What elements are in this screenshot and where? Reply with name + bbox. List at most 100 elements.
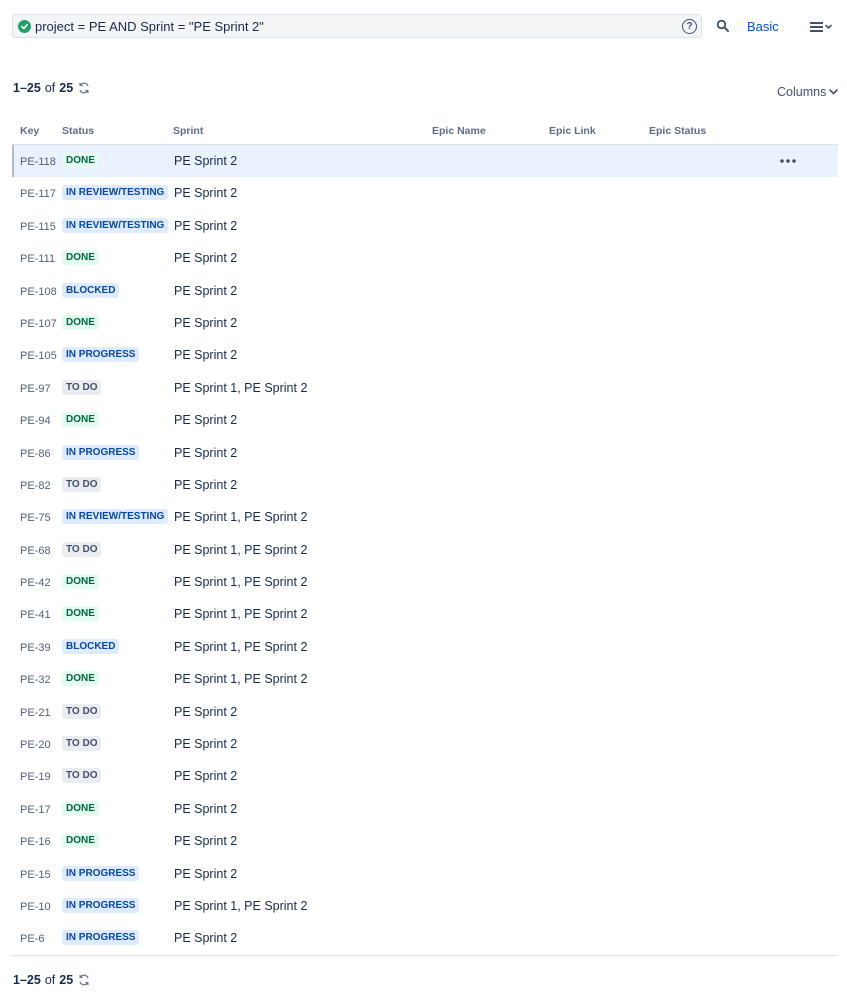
table-row[interactable]: PE-115 IN REVIEW/TESTING PE Sprint 2 <box>12 210 838 242</box>
table-row[interactable]: PE-15 IN PROGRESS PE Sprint 2 <box>12 858 838 890</box>
sprint-cell: PE Sprint 2 <box>174 315 238 330</box>
status-lozenge: IN PROGRESS <box>62 444 140 460</box>
table-row[interactable]: PE-118 DONE PE Sprint 2 <box>12 145 838 178</box>
refresh-icon[interactable] <box>78 974 90 986</box>
status-lozenge: TO DO <box>62 476 102 492</box>
sprint-cell: PE Sprint 2 <box>174 445 238 460</box>
table-row[interactable]: PE-16 DONE PE Sprint 2 <box>12 825 838 857</box>
table-row[interactable]: PE-107 DONE PE Sprint 2 <box>12 307 838 339</box>
pagination-of: of <box>44 973 56 987</box>
issue-key-link[interactable]: PE-118 <box>20 156 56 168</box>
sprint-cell: PE Sprint 1, PE Sprint 2 <box>174 510 308 525</box>
check-circle-icon <box>18 19 31 33</box>
column-header-sprint[interactable]: Sprint <box>173 125 203 137</box>
issue-key-link[interactable]: PE-21 <box>20 707 51 719</box>
issue-key-link[interactable]: PE-41 <box>20 609 51 621</box>
sprint-cell: PE Sprint 1, PE Sprint 2 <box>174 575 308 590</box>
table-row[interactable]: PE-108 BLOCKED PE Sprint 2 <box>12 275 838 307</box>
status-lozenge: DONE <box>62 314 99 330</box>
pagination-total: 25 <box>59 81 74 95</box>
sprint-cell: PE Sprint 2 <box>174 477 238 492</box>
table-row[interactable]: PE-105 IN PROGRESS PE Sprint 2 <box>12 339 838 371</box>
table-row[interactable]: PE-117 IN REVIEW/TESTING PE Sprint 2 <box>12 177 838 209</box>
jql-search-bar[interactable]: ? <box>12 14 702 38</box>
issue-key-link[interactable]: PE-107 <box>20 318 57 330</box>
issue-key-link[interactable]: PE-75 <box>20 512 51 524</box>
more-horizontal-icon[interactable] <box>780 159 796 163</box>
table-row[interactable]: PE-68 TO DO PE Sprint 1, PE Sprint 2 <box>12 534 838 566</box>
pagination-bottom: 1–25 of 25 <box>13 973 90 987</box>
table-row[interactable]: PE-75 IN REVIEW/TESTING PE Sprint 1, PE Sp… <box>12 501 838 533</box>
columns-button[interactable]: Columns <box>777 85 839 99</box>
issue-key-link[interactable]: PE-32 <box>20 674 51 686</box>
status-lozenge: TO DO <box>62 541 102 557</box>
issue-key-link[interactable]: PE-115 <box>20 221 56 233</box>
refresh-icon[interactable] <box>78 82 90 94</box>
jql-query-input[interactable] <box>35 16 682 36</box>
status-lozenge: IN REVIEW/TESTING <box>62 509 169 525</box>
issue-key-link[interactable]: PE-20 <box>20 739 51 751</box>
issue-key-link[interactable]: PE-42 <box>20 577 51 589</box>
columns-button-label: Columns <box>777 85 827 99</box>
magnifier-icon[interactable] <box>716 19 730 33</box>
status-lozenge: TO DO <box>62 736 102 752</box>
issue-key-link[interactable]: PE-86 <box>20 448 51 460</box>
sprint-cell: PE Sprint 2 <box>174 186 238 201</box>
issue-key-link[interactable]: PE-105 <box>20 350 57 362</box>
hamburger-menu-icon[interactable] <box>809 20 835 34</box>
issue-key-link[interactable]: PE-68 <box>20 545 51 557</box>
table-row[interactable]: PE-41 DONE PE Sprint 1, PE Sprint 2 <box>12 598 838 630</box>
issue-key-link[interactable]: PE-10 <box>20 901 51 913</box>
column-header-epic-name[interactable]: Epic Name <box>432 125 486 137</box>
table-row[interactable]: PE-21 TO DO PE Sprint 2 <box>12 696 838 728</box>
issue-key-link[interactable]: PE-97 <box>20 383 51 395</box>
sprint-cell: PE Sprint 1, PE Sprint 2 <box>174 380 308 395</box>
table-row[interactable]: PE-94 DONE PE Sprint 2 <box>12 404 838 436</box>
table-row[interactable]: PE-39 BLOCKED PE Sprint 1, PE Sprint 2 <box>12 631 838 663</box>
table-row[interactable]: PE-86 IN PROGRESS PE Sprint 2 <box>12 437 838 469</box>
issue-key-link[interactable]: PE-117 <box>20 188 56 200</box>
table-row[interactable]: PE-42 DONE PE Sprint 1, PE Sprint 2 <box>12 566 838 598</box>
question-circle-icon[interactable]: ? <box>682 18 697 34</box>
basic-mode-link[interactable]: Basic <box>747 19 779 34</box>
pagination-of: of <box>44 81 56 95</box>
status-lozenge: BLOCKED <box>62 638 120 654</box>
status-lozenge: BLOCKED <box>62 282 120 298</box>
table-row[interactable]: PE-10 IN PROGRESS PE Sprint 1, PE Sprint 2 <box>12 890 838 922</box>
column-header-epic-status[interactable]: Epic Status <box>649 125 706 137</box>
issue-key-link[interactable]: PE-19 <box>20 771 51 783</box>
sprint-cell: PE Sprint 2 <box>174 218 238 233</box>
issue-key-link[interactable]: PE-6 <box>20 933 44 945</box>
table-row[interactable]: PE-32 DONE PE Sprint 1, PE Sprint 2 <box>12 663 838 695</box>
sprint-cell: PE Sprint 2 <box>174 931 238 946</box>
sprint-cell: PE Sprint 2 <box>174 413 238 428</box>
issue-key-link[interactable]: PE-39 <box>20 642 51 654</box>
status-lozenge: DONE <box>62 800 99 816</box>
status-lozenge: DONE <box>62 412 99 428</box>
issue-key-link[interactable]: PE-82 <box>20 480 51 492</box>
table-row[interactable]: PE-82 TO DO PE Sprint 2 <box>12 469 838 501</box>
table-row[interactable]: PE-19 TO DO PE Sprint 2 <box>12 760 838 792</box>
column-header-status[interactable]: Status <box>62 125 94 137</box>
issue-key-link[interactable]: PE-111 <box>20 253 55 265</box>
pagination-range: 1–25 <box>13 81 41 95</box>
issue-key-link[interactable]: PE-94 <box>20 415 51 427</box>
column-header-key[interactable]: Key <box>20 125 39 137</box>
issue-key-link[interactable]: PE-108 <box>20 286 57 298</box>
issue-key-link[interactable]: PE-17 <box>20 804 51 816</box>
issue-key-link[interactable]: PE-16 <box>20 836 51 848</box>
table-row[interactable]: PE-17 DONE PE Sprint 2 <box>12 793 838 825</box>
table-row[interactable]: PE-97 TO DO PE Sprint 1, PE Sprint 2 <box>12 372 838 404</box>
column-header-epic-link[interactable]: Epic Link <box>549 125 596 137</box>
issue-key-link[interactable]: PE-15 <box>20 869 51 881</box>
pagination-top: 1–25 of 25 <box>13 81 90 95</box>
table-row[interactable]: PE-20 TO DO PE Sprint 2 <box>12 728 838 760</box>
status-lozenge: DONE <box>62 671 99 687</box>
status-lozenge: TO DO <box>62 703 102 719</box>
table-row[interactable]: PE-111 DONE PE Sprint 2 <box>12 242 838 274</box>
table-row[interactable]: PE-6 IN PROGRESS PE Sprint 2 <box>12 922 838 954</box>
status-lozenge: IN REVIEW/TESTING <box>62 217 169 233</box>
chevron-down-icon <box>829 89 839 95</box>
status-lozenge: IN REVIEW/TESTING <box>62 185 169 201</box>
table-divider <box>12 955 838 956</box>
